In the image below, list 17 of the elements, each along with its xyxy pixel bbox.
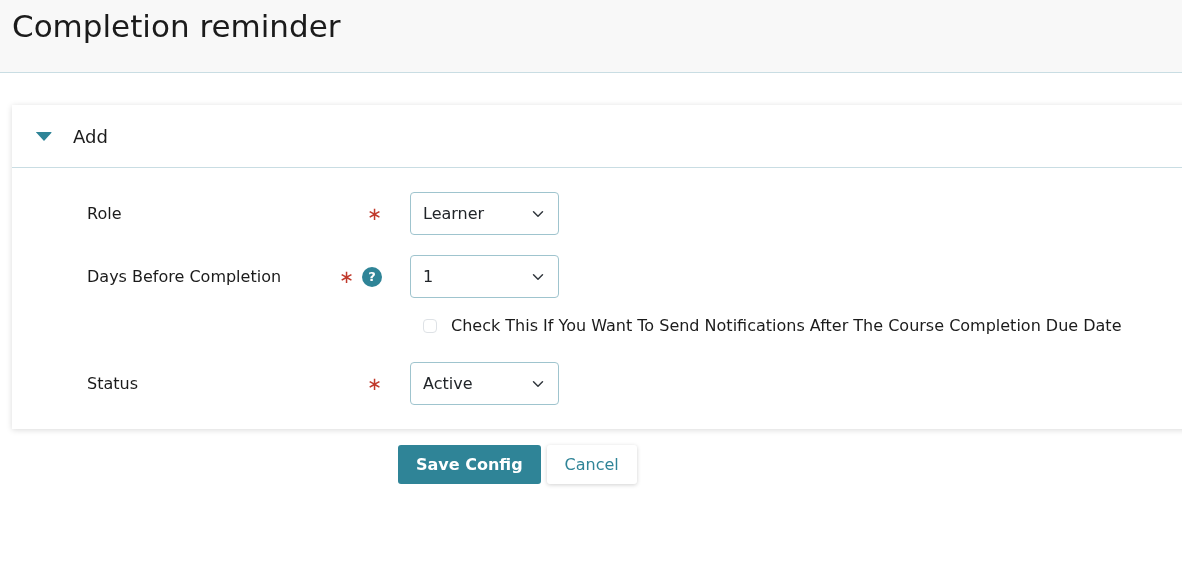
dropdown[interactable]: Learner <box>410 192 559 235</box>
required-marker: ∗ <box>366 202 382 226</box>
checkbox[interactable] <box>423 319 437 333</box>
collapse-icon[interactable] <box>36 131 52 141</box>
panel-title: Add <box>73 124 108 149</box>
field-label: Role <box>87 202 123 225</box>
required-marker: ∗ <box>338 265 354 289</box>
checkbox-label: Check This If You Want To Send Notifications After The Course Completion Due Date <box>451 315 1122 337</box>
page-title: Completion reminder <box>12 8 342 46</box>
field-label: Days Before Completion <box>87 265 283 288</box>
required-marker: ∗ <box>366 372 382 396</box>
dropdown[interactable]: 1 <box>410 255 559 298</box>
field-label: Status <box>87 372 139 395</box>
dropdown[interactable]: Active <box>410 362 559 405</box>
help-icon[interactable]: ? <box>362 266 382 287</box>
cancel-button[interactable]: Cancel <box>546 445 637 484</box>
save-button[interactable]: Save Config <box>398 445 541 484</box>
